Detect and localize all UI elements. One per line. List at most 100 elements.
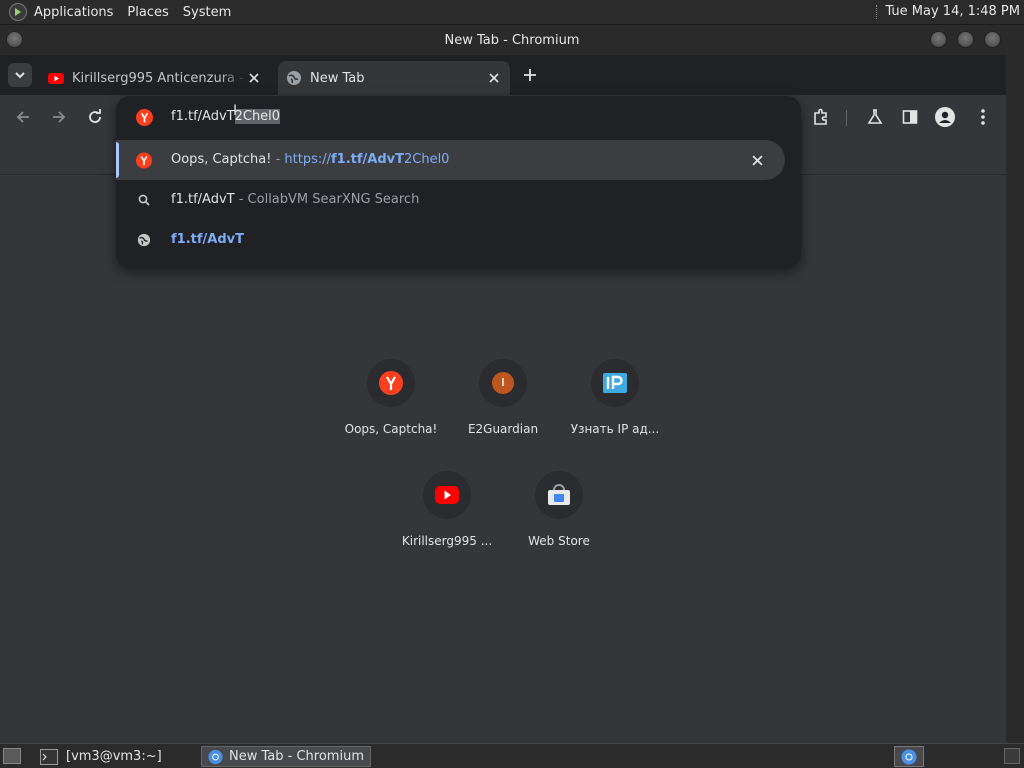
omnibox-text: f1.tf/AdvT2Chel0 xyxy=(171,109,281,124)
new-tab-button[interactable] xyxy=(520,65,540,85)
chromium-icon xyxy=(208,749,223,764)
suggestion-url: f1.tf/AdvT xyxy=(171,232,244,247)
puzzle-icon xyxy=(814,108,827,125)
tab-search-button[interactable] xyxy=(8,63,32,87)
suggestion-text: Oops, Captcha! - https://f1.tf/AdvT2Chel… xyxy=(171,152,449,167)
e2guardian-icon xyxy=(492,372,514,394)
yandex-icon xyxy=(136,152,152,168)
more-vertical-icon xyxy=(981,109,985,125)
arrow-right-icon xyxy=(53,111,66,123)
shortcut-tile[interactable]: Узнать IP ад... xyxy=(559,359,671,459)
applications-menu[interactable]: Applications xyxy=(34,5,113,20)
clock-label: Tue May 14, 1:48 PM xyxy=(885,4,1020,19)
close-tab-button[interactable] xyxy=(246,70,262,86)
youtube-icon xyxy=(48,73,64,84)
shortcut-icon-circle xyxy=(591,359,639,407)
chevron-down-icon xyxy=(15,72,25,79)
window-title: New Tab - Chromium xyxy=(444,32,580,48)
yandex-icon xyxy=(136,109,153,126)
suggestion-url-prefix: https:// xyxy=(284,152,332,167)
youtube-icon xyxy=(435,486,459,504)
suggestion-query: f1.tf/AdvT xyxy=(171,192,235,207)
system-menu[interactable]: System xyxy=(183,5,231,20)
taskbar-label: New Tab - Chromium xyxy=(229,749,364,764)
shortcut-label: E2Guardian xyxy=(467,422,539,436)
chromium-icon xyxy=(901,748,917,765)
top-panel: Applications Places System Tue May 14, 1… xyxy=(0,0,1024,25)
maximize-button[interactable] xyxy=(957,31,974,48)
menu-button[interactable] xyxy=(972,106,994,128)
toolbar-divider xyxy=(846,110,847,126)
suggestion-row[interactable]: f1.tf/AdvT - CollabVM SearXNG Search xyxy=(116,180,801,220)
tab-new-tab[interactable]: New Tab xyxy=(278,61,510,95)
shortcut-tile[interactable]: Oops, Captcha! xyxy=(335,359,447,459)
omnibox-input[interactable]: f1.tf/AdvT2Chel0 I xyxy=(116,96,801,140)
bottom-panel: [vm3@vm3:~] New Tab - Chromium xyxy=(0,743,1024,768)
omnibox-typed-text: f1.tf/AdvT xyxy=(171,109,235,124)
close-icon xyxy=(751,154,763,166)
taskbar-item-chromium[interactable]: New Tab - Chromium xyxy=(201,746,371,767)
suggestion-row[interactable]: Oops, Captcha! - https://f1.tf/AdvT2Chel… xyxy=(116,140,785,180)
yandex-icon xyxy=(379,371,403,395)
shortcut-icon-circle xyxy=(535,471,583,519)
panel-separator xyxy=(876,4,879,19)
reload-icon xyxy=(89,109,101,123)
shortcut-icon-circle xyxy=(479,359,527,407)
arrow-left-icon xyxy=(16,111,29,123)
places-menu[interactable]: Places xyxy=(127,5,168,20)
labs-button[interactable] xyxy=(864,106,886,128)
back-button[interactable] xyxy=(12,106,34,128)
taskbar-item-terminal[interactable]: [vm3@vm3:~] xyxy=(34,746,199,767)
suggestion-row[interactable]: f1.tf/AdvT xyxy=(116,220,801,260)
shortcut-label: Kirillserg995 ... xyxy=(401,534,493,548)
window-titlebar[interactable]: New Tab - Chromium xyxy=(0,25,1024,55)
omnibox-autocomplete-text: 2Chel0 xyxy=(234,109,281,124)
trash-icon[interactable] xyxy=(1004,748,1020,764)
close-window-button[interactable] xyxy=(984,31,1001,48)
shortcut-tile[interactable]: E2Guardian xyxy=(447,359,559,459)
plus-icon xyxy=(524,69,536,81)
extensions-button[interactable] xyxy=(810,106,832,128)
shortcut-label: Web Store xyxy=(528,534,590,548)
flask-icon xyxy=(867,109,883,124)
tab-title: Kirillserg995 Anticenzura - YouTube xyxy=(72,70,246,86)
tab-youtube[interactable]: Kirillserg995 Anticenzura - YouTube xyxy=(40,61,270,95)
shortcut-icon-circle xyxy=(367,359,415,407)
shortcut-icon-circle xyxy=(423,471,471,519)
suggestion-url-rest: 2Chel0 xyxy=(403,152,450,167)
close-icon xyxy=(489,73,499,83)
suggestion-title: Oops, Captcha! xyxy=(171,152,272,167)
terminal-icon xyxy=(40,748,58,765)
ip-icon xyxy=(603,373,627,393)
globe-icon xyxy=(136,232,152,248)
globe-icon xyxy=(287,71,301,85)
window-right-edge xyxy=(1006,55,1024,743)
show-desktop-icon[interactable] xyxy=(3,748,21,764)
shortcut-label: Oops, Captcha! xyxy=(344,422,438,436)
side-panel-button[interactable] xyxy=(899,106,921,128)
minimize-button[interactable] xyxy=(930,31,947,48)
workspace-switcher[interactable] xyxy=(894,746,924,767)
shortcut-tile[interactable]: Web Store xyxy=(503,471,615,571)
tab-title: New Tab xyxy=(310,70,365,86)
clock[interactable]: Tue May 14, 1:48 PM xyxy=(876,4,1020,19)
window-menu-button[interactable] xyxy=(6,31,23,48)
omnibox-dropdown: f1.tf/AdvT2Chel0 I Oops, Captcha! - http… xyxy=(116,96,801,268)
close-tab-button[interactable] xyxy=(486,70,502,86)
side-panel-icon xyxy=(902,110,918,124)
text-cursor-icon: I xyxy=(233,103,238,119)
profile-button[interactable] xyxy=(934,106,956,128)
gnome-foot-icon[interactable] xyxy=(9,3,27,21)
shortcut-tile[interactable]: Kirillserg995 ... xyxy=(391,471,503,571)
reload-button[interactable] xyxy=(84,106,106,128)
suggestion-url-match: f1.tf/AdvT xyxy=(331,152,404,167)
remove-suggestion-button[interactable] xyxy=(749,152,765,168)
forward-button[interactable] xyxy=(48,106,70,128)
suggestion-description: - CollabVM SearXNG Search xyxy=(234,192,420,207)
close-icon xyxy=(249,73,259,83)
suggestion-separator: - xyxy=(271,152,285,167)
shortcut-label: Узнать IP ад... xyxy=(570,422,660,436)
taskbar-label: [vm3@vm3:~] xyxy=(66,749,162,764)
avatar-icon xyxy=(935,107,955,127)
search-icon xyxy=(136,192,152,208)
